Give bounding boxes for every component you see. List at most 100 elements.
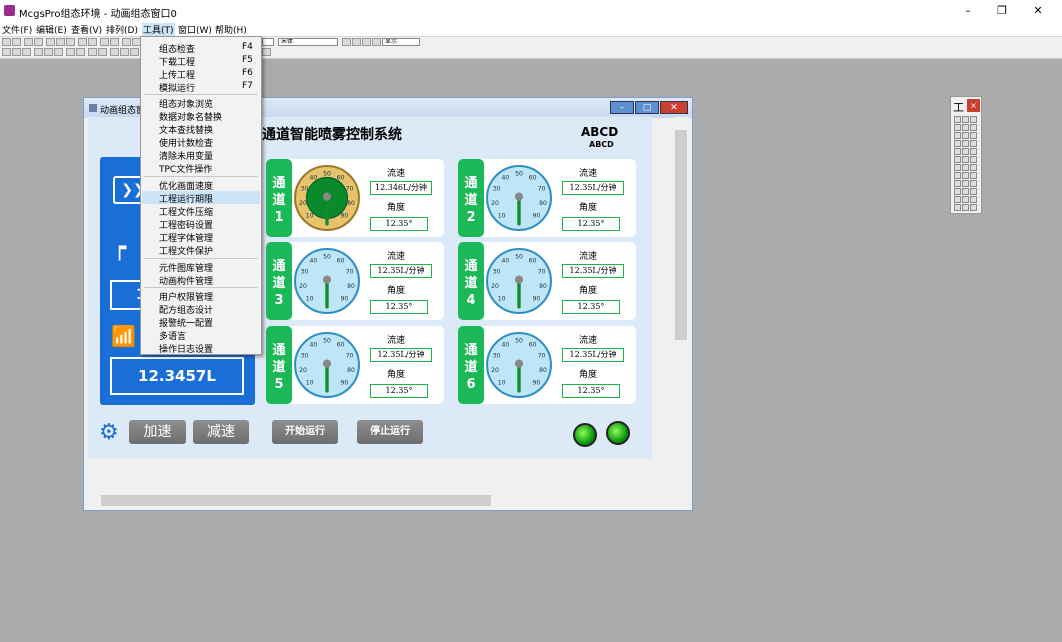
tools-menu-item[interactable]: 组态对象浏览 (159, 97, 213, 110)
tools-menu-item[interactable]: 组态检查 (159, 42, 195, 55)
bold-icon[interactable] (342, 38, 351, 46)
cut-icon[interactable] (46, 38, 55, 46)
tools-menu-item[interactable]: 配方组态设计 (159, 303, 213, 316)
close-button[interactable]: ✕ (1026, 3, 1050, 19)
lock-icon[interactable] (130, 48, 139, 56)
align-middle-icon[interactable] (44, 48, 53, 56)
tools-menu-item[interactable]: 上传工程 (159, 68, 195, 81)
style-combo[interactable]: 显示 (382, 38, 420, 46)
child-minimize-button[interactable]: – (610, 101, 634, 114)
grid-icon[interactable] (110, 38, 119, 46)
toolbox-tool-icon[interactable] (970, 188, 977, 195)
tools-menu-item[interactable]: 报警统一配置 (159, 316, 213, 329)
slow-down-button[interactable]: 减速 (193, 420, 249, 444)
toolbox-tool-icon[interactable] (962, 204, 969, 211)
toolbox-tool-icon[interactable] (962, 124, 969, 131)
menu-file[interactable]: 文件(F) (2, 23, 32, 36)
toolbox-tool-icon[interactable] (954, 124, 961, 131)
toolbox-tool-icon[interactable] (954, 188, 961, 195)
ungroup-icon[interactable] (120, 48, 129, 56)
tools-menu-item[interactable]: 工程文件压缩 (159, 205, 213, 218)
toolbox-tool-icon[interactable] (954, 196, 961, 203)
tools-menu-item[interactable]: 工程运行期限 (159, 192, 213, 205)
child-close-button[interactable]: ✕ (660, 101, 688, 114)
toolbox-tool-icon[interactable] (954, 132, 961, 139)
maximize-button[interactable]: ❐ (990, 3, 1014, 19)
paste-icon[interactable] (66, 38, 75, 46)
save-icon[interactable] (24, 38, 33, 46)
align-bottom-icon[interactable] (54, 48, 63, 56)
toolbox-tool-icon[interactable] (970, 132, 977, 139)
toolbox-tool-icon[interactable] (962, 180, 969, 187)
same-height-icon[interactable] (76, 48, 85, 56)
toolbox-tool-icon[interactable] (962, 116, 969, 123)
toolbox-tool-icon[interactable] (954, 180, 961, 187)
tools-menu-item[interactable]: 多语言 (159, 329, 186, 342)
toolbox-tool-icon[interactable] (962, 188, 969, 195)
layout-grid-icon[interactable] (262, 48, 271, 56)
text-color-icon[interactable] (372, 38, 381, 46)
select-icon[interactable] (100, 38, 109, 46)
align-center-icon[interactable] (12, 48, 21, 56)
vertical-scroll-thumb[interactable] (675, 130, 687, 340)
toolbox-tool-icon[interactable] (954, 140, 961, 147)
undo-icon[interactable] (78, 38, 87, 46)
horizontal-scroll-thumb[interactable] (101, 495, 491, 506)
redo-icon[interactable] (88, 38, 97, 46)
toolbox-tool-icon[interactable] (970, 204, 977, 211)
tools-menu-item[interactable]: 数据对象名替换 (159, 110, 222, 123)
toolbox-tool-icon[interactable] (962, 172, 969, 179)
menu-edit[interactable]: 编辑(E) (36, 23, 67, 36)
menu-tools[interactable]: 工具(T) (142, 23, 175, 36)
font-combo[interactable]: 宋体 (278, 38, 338, 46)
menu-help[interactable]: 帮助(H) (215, 23, 247, 36)
tools-menu-item[interactable]: 元件图库管理 (159, 261, 213, 274)
tools-menu-item[interactable]: 模拟运行 (159, 81, 195, 94)
tools-menu-item[interactable]: 使用计数检查 (159, 136, 213, 149)
tools-menu-item[interactable]: 动画构件管理 (159, 274, 213, 287)
copy-icon[interactable] (56, 38, 65, 46)
group-icon[interactable] (110, 48, 119, 56)
toolbox-tool-icon[interactable] (954, 204, 961, 211)
toolbox-tool-icon[interactable] (970, 196, 977, 203)
tools-menu-item[interactable]: 工程文件保护 (159, 244, 213, 257)
tools-menu-item[interactable]: 用户权限管理 (159, 290, 213, 303)
toolbox-tool-icon[interactable] (970, 180, 977, 187)
new-icon[interactable] (2, 38, 11, 46)
toolbox-tool-icon[interactable] (962, 196, 969, 203)
align-right-icon[interactable] (22, 48, 31, 56)
menu-window[interactable]: 窗口(W) (178, 23, 212, 36)
menu-arrange[interactable]: 排列(D) (106, 23, 138, 36)
minimize-button[interactable]: – (956, 3, 980, 19)
bring-front-icon[interactable] (88, 48, 97, 56)
toolbox-tool-icon[interactable] (962, 156, 969, 163)
tools-menu-item[interactable]: 操作日志设置 (159, 342, 213, 355)
toolbox-tool-icon[interactable] (962, 132, 969, 139)
tools-menu-item[interactable]: 清除未用变量 (159, 149, 213, 162)
toolbox-tool-icon[interactable] (970, 140, 977, 147)
tools-menu-item[interactable]: 工程字体管理 (159, 231, 213, 244)
start-button[interactable]: 开始运行 (272, 420, 338, 444)
toolbox-tool-icon[interactable] (954, 116, 961, 123)
tools-menu-item[interactable]: 下载工程 (159, 55, 195, 68)
toolbox-tool-icon[interactable] (970, 116, 977, 123)
toolbox-tool-icon[interactable] (954, 156, 961, 163)
align-top-icon[interactable] (34, 48, 43, 56)
toolbox-tool-icon[interactable] (970, 172, 977, 179)
tools-menu-item[interactable]: TPC文件操作 (159, 162, 212, 175)
toolbox-tool-icon[interactable] (954, 172, 961, 179)
speed-up-button[interactable]: 加速 (129, 420, 186, 444)
open-icon[interactable] (12, 38, 21, 46)
tools-menu-item[interactable]: 优化画面速度 (159, 179, 213, 192)
toolbox-tool-icon[interactable] (970, 148, 977, 155)
stop-button[interactable]: 停止运行 (357, 420, 423, 444)
toolbox-tool-icon[interactable] (962, 164, 969, 171)
italic-icon[interactable] (352, 38, 361, 46)
toolbox-tool-icon[interactable] (954, 148, 961, 155)
same-width-icon[interactable] (66, 48, 75, 56)
toolbox-tool-icon[interactable] (962, 148, 969, 155)
toolbox-tool-icon[interactable] (970, 124, 977, 131)
zoom-icon[interactable] (122, 38, 131, 46)
align-left-icon[interactable] (2, 48, 11, 56)
toolbox-close-button[interactable]: × (967, 99, 980, 112)
